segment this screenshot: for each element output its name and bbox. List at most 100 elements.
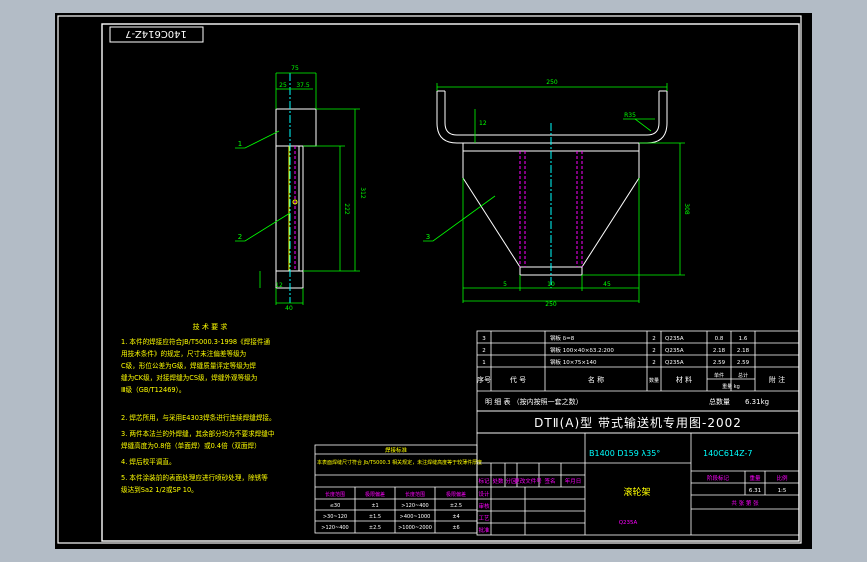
- svg-text:工艺: 工艺: [478, 515, 490, 522]
- dim-front-h: 308: [683, 203, 690, 215]
- svg-text:用技术条件》的规定，尺寸未注偏差等级为: 用技术条件》的规定，尺寸未注偏差等级为: [121, 349, 246, 358]
- code-rotated: 140C614Z-7: [125, 28, 187, 39]
- svg-text:1: 1: [482, 360, 486, 366]
- front-view: [436, 90, 668, 288]
- tol-title: 焊接标准: [385, 446, 408, 454]
- svg-text:±2.5: ±2.5: [369, 525, 381, 531]
- tol-rows: ≤30 ±1 >120~400 ±2.5 >30~120 ±1.5 >400~1…: [321, 503, 462, 531]
- svg-text:数量: 数量: [649, 377, 659, 384]
- svg-text:2: 2: [652, 348, 656, 354]
- title-block-values: 6.31 1:5: [749, 488, 787, 494]
- dim-side-b2: 40: [285, 305, 293, 312]
- svg-text:3. 两件本法兰的外焊缝，其余部分均为不要求焊缝中: 3. 两件本法兰的外焊缝，其余部分均为不要求焊缝中: [121, 429, 274, 438]
- tol-header: 长度范围 极限偏差 长度范围 极限偏差: [325, 491, 466, 498]
- svg-text:2.18: 2.18: [713, 348, 726, 354]
- svg-text:年月日: 年月日: [565, 477, 582, 485]
- leader-lines: [235, 130, 496, 242]
- total-label: 总数量: [709, 397, 730, 406]
- svg-text:>1000~2000: >1000~2000: [398, 525, 432, 531]
- dim-front-small: 12: [479, 120, 487, 127]
- svg-text:±4: ±4: [452, 514, 459, 520]
- svg-text:4. 焊后校平调直。: 4. 焊后校平调直。: [121, 457, 176, 466]
- svg-text:单件: 单件: [714, 372, 724, 379]
- svg-text:2: 2: [482, 348, 486, 354]
- dim-side-top: 75: [291, 65, 299, 72]
- svg-text:2: 2: [652, 360, 656, 366]
- svg-text:重量: 重量: [749, 474, 761, 482]
- bom-detail-label: 明 细 表 （按内按照一套之数）: [485, 397, 583, 406]
- bom-rows: 3 钢板 δ=8 2 Q235A 0.8 1.6 2 钢板 100×40×δ3.…: [482, 334, 749, 366]
- leader-1: 1: [238, 140, 242, 148]
- svg-text:1.6: 1.6: [739, 336, 748, 342]
- svg-text:Q235A: Q235A: [665, 336, 684, 342]
- svg-text:0.8: 0.8: [715, 336, 724, 342]
- svg-text:比例: 比例: [776, 474, 788, 482]
- dim-side-sub2: 37.5: [296, 82, 310, 89]
- dim-front-l: 5: [503, 281, 507, 288]
- leader-2: 2: [238, 233, 242, 241]
- dim-front-rr: 45: [603, 281, 611, 288]
- total-mass: 6.31kg: [745, 398, 769, 406]
- side-dimensions: [259, 72, 360, 305]
- svg-text:>120~400: >120~400: [401, 503, 428, 509]
- cad-viewport[interactable]: 140C614Z-7 75 25 37.5 312 222 12 40 250 …: [55, 13, 812, 549]
- svg-text:钢板 δ=8: 钢板 δ=8: [550, 334, 575, 342]
- svg-text:C级，形位公差为G级，焊缝质量评定等级为焊: C级，形位公差为G级，焊缝质量评定等级为焊: [121, 361, 256, 370]
- dim-front-w: 250: [545, 301, 557, 308]
- svg-text:长度范围: 长度范围: [325, 491, 345, 498]
- side-view: [275, 73, 317, 303]
- dim-side-h2: 222: [343, 203, 350, 215]
- svg-text:2. 焊芯所用，与采用E4303焊条进行连续焊缝焊接。: 2. 焊芯所用，与采用E4303焊条进行连续焊缝焊接。: [121, 413, 276, 422]
- svg-text:2.59: 2.59: [737, 360, 750, 366]
- svg-text:重量 kg: 重量 kg: [722, 383, 740, 390]
- svg-text:序号: 序号: [477, 375, 491, 384]
- svg-text:极限偏差: 极限偏差: [365, 491, 385, 498]
- svg-text:2.59: 2.59: [713, 360, 726, 366]
- svg-text:共 张 第 张: 共 张 第 张: [731, 499, 759, 507]
- svg-text:Ⅲ级（GB/T12469）。: Ⅲ级（GB/T12469）。: [121, 385, 185, 394]
- svg-text:阶段标记: 阶段标记: [707, 474, 730, 482]
- svg-text:钢板 10×75×140: 钢板 10×75×140: [550, 358, 597, 366]
- svg-text:签名: 签名: [544, 477, 555, 485]
- svg-text:名 称: 名 称: [588, 375, 604, 384]
- svg-text:级达到Sa2 1/2或SP 10。: 级达到Sa2 1/2或SP 10。: [121, 485, 198, 494]
- front-dimensions: [436, 83, 685, 303]
- tech-req-title: 技 术 要 求: [193, 322, 228, 331]
- svg-text:±2.5: ±2.5: [450, 503, 462, 509]
- svg-text:±1.5: ±1.5: [369, 514, 381, 520]
- part-name: 滚轮架: [623, 486, 650, 498]
- leader-3: 3: [426, 233, 430, 241]
- bom-header: 序号 代 号 名 称 数量 材 料 单件 总计 重量 kg 附 注: [477, 372, 785, 390]
- svg-text:极限偏差: 极限偏差: [446, 491, 466, 498]
- dim-front-m: 10: [547, 281, 555, 288]
- svg-text:3: 3: [482, 336, 486, 342]
- svg-text:2.18: 2.18: [737, 348, 750, 354]
- svg-text:钢板 100×40×δ3.2:200: 钢板 100×40×δ3.2:200: [550, 346, 614, 354]
- svg-text:>120~400: >120~400: [321, 525, 348, 531]
- svg-text:5. 本件涂装前的表面处理应进行喷砂处理，除锈等: 5. 本件涂装前的表面处理应进行喷砂处理，除锈等: [121, 473, 268, 482]
- svg-text:总计: 总计: [738, 372, 748, 379]
- tol-note: 本表面焊缝尺寸符合 Jb/T5000.3 相关规定，未注焊缝高度等于较薄件厚度: [317, 459, 482, 466]
- svg-text:设计: 设计: [478, 490, 490, 498]
- svg-text:>400~1000: >400~1000: [400, 514, 431, 520]
- material-note: Q235A: [619, 520, 638, 526]
- svg-text:长度范围: 长度范围: [405, 491, 425, 498]
- svg-text:附 注: 附 注: [769, 375, 785, 384]
- svg-text:6.31: 6.31: [749, 488, 761, 494]
- svg-text:1:5: 1:5: [778, 488, 787, 494]
- dim-side-h1: 312: [359, 187, 366, 199]
- drawing-code: 140C614Z-7: [703, 449, 752, 458]
- drawing-title: DTⅡ(A)型 带式输送机专用图-2002: [534, 415, 742, 430]
- svg-text:标记: 标记: [478, 477, 490, 485]
- dim-side-sub1: 25: [279, 82, 287, 89]
- dim-side-b1: 12: [275, 282, 283, 289]
- svg-text:≤30: ≤30: [330, 503, 341, 509]
- svg-text:焊缝高度为0.8倍（单面焊）或0.4倍（双面焊）: 焊缝高度为0.8倍（单面焊）或0.4倍（双面焊）: [121, 441, 261, 450]
- dim-front-r: R35: [624, 112, 636, 119]
- svg-text:1. 本件的焊接应符合JB/T5000.3-1998《焊接件: 1. 本件的焊接应符合JB/T5000.3-1998《焊接件通: [121, 337, 270, 346]
- drawing-canvas[interactable]: 140C614Z-7 75 25 37.5 312 222 12 40 250 …: [55, 13, 812, 549]
- svg-text:±6: ±6: [452, 525, 459, 531]
- svg-text:处数: 处数: [492, 477, 504, 485]
- svg-text:代 号: 代 号: [510, 375, 526, 384]
- spec-text: B1400 D159 λ35°: [589, 449, 660, 458]
